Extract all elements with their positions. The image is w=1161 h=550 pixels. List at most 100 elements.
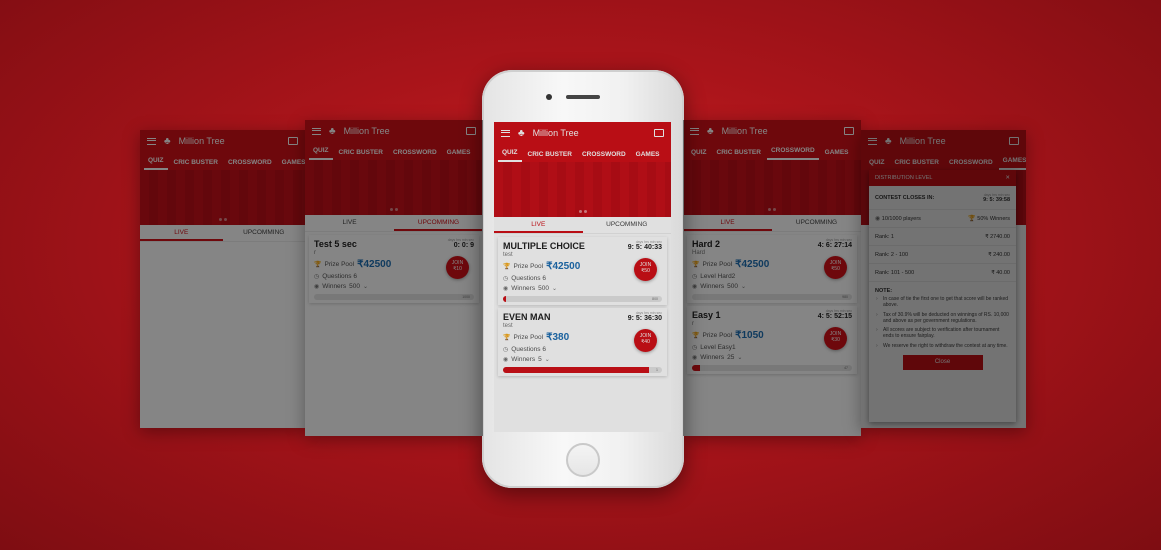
promo-banner[interactable] (140, 170, 305, 225)
contest-card[interactable]: Hard 2 Hard days hrs min sec 4: 6: 27:14 … (687, 235, 857, 303)
menu-icon[interactable] (868, 137, 877, 145)
subtab-live[interactable]: LIVE (305, 215, 394, 231)
tab-crossword[interactable]: CROSSWORD (389, 149, 441, 160)
live-upcoming-tabs: LIVE UPCOMMING (305, 215, 483, 232)
wallet-icon[interactable] (466, 127, 476, 135)
spots-total: 800 (652, 297, 658, 301)
clover-logo-icon: ♣ (707, 125, 714, 137)
join-button[interactable]: JOIN ₹30 (824, 327, 847, 350)
subtab-live[interactable]: LIVE (683, 215, 772, 231)
promo-banner[interactable] (305, 160, 483, 215)
level-label: Level Hard2 (700, 273, 736, 280)
contest-card[interactable]: Test 5 sec r days hrs min sec 0: 0: 9 JOI… (309, 235, 479, 303)
contest-card[interactable]: Easy 1 r days hrs min sec 4: 5: 52:15 JOI… (687, 306, 857, 374)
rank-amount: ₹ 40.00 (991, 269, 1010, 276)
wallet-icon[interactable] (1009, 137, 1019, 145)
contest-card[interactable]: MULTIPLE CHOICE test days hrs min sec 9: … (498, 237, 667, 305)
close-icon[interactable]: ✕ (1005, 175, 1010, 181)
contest-desc: r (692, 321, 694, 327)
note-item: We reserve the right to withdraw the con… (876, 343, 1010, 350)
join-button[interactable]: JOIN ₹50 (634, 258, 657, 281)
prize-pool-label: Prize Pool (324, 261, 355, 268)
phone-device: ♣ Million Tree QUIZ CRIC BUSTER CROSSWOR… (482, 70, 684, 488)
tab-cric-buster[interactable]: CRIC BUSTER (170, 159, 222, 170)
live-upcoming-tabs: LIVE UPCOMMING (683, 215, 861, 232)
wallet-icon[interactable] (288, 137, 298, 145)
subtab-upcoming[interactable]: UPCOMMING (772, 215, 861, 231)
tab-crossword[interactable]: CROSSWORD (766, 147, 819, 160)
winners-value: 500 (349, 283, 360, 290)
tab-games[interactable]: GAMES (278, 159, 305, 170)
app-title: Million Tree (532, 128, 579, 138)
spots-progress-bar: 980 (692, 294, 852, 300)
tab-quiz[interactable]: QUIZ (865, 159, 889, 170)
subtab-upcoming[interactable]: UPCOMMING (583, 217, 672, 233)
chevron-down-icon[interactable]: ⌄ (552, 285, 557, 292)
subtab-live[interactable]: LIVE (140, 225, 223, 241)
join-button[interactable]: JOIN ₹10 (446, 256, 469, 279)
tab-quiz[interactable]: QUIZ (309, 147, 333, 160)
tab-quiz[interactable]: QUIZ (498, 149, 522, 162)
tab-cric-buster[interactable]: CRIC BUSTER (524, 151, 576, 162)
winners-label: Winners (322, 283, 347, 290)
menu-icon[interactable] (690, 127, 699, 135)
level-icon: ◷ (692, 274, 698, 280)
spots-progress-bar: 47 (692, 365, 852, 371)
prize-pool-label: Prize Pool (513, 263, 544, 270)
rank-amount: ₹ 240.00 (988, 251, 1010, 258)
home-button[interactable] (566, 443, 600, 477)
tab-cric-buster[interactable]: CRIC BUSTER (335, 149, 387, 160)
contest-timer: 9: 5: 40:33 (627, 244, 662, 251)
app-screen-2: ♣ Million Tree QUIZ CRIC BUSTER CROSSWOR… (305, 120, 483, 436)
close-button[interactable]: Close (902, 354, 983, 370)
chevron-down-icon[interactable]: ⌄ (737, 354, 742, 361)
clover-logo-icon: ♣ (885, 135, 892, 147)
tab-crossword[interactable]: CROSSWORD (945, 159, 997, 170)
note-item: In case of tie the first one to get that… (876, 296, 1010, 309)
winners-label: Winners (700, 354, 725, 361)
wallet-icon[interactable] (654, 129, 664, 137)
subtab-upcoming[interactable]: UPCOMMING (394, 215, 483, 231)
trophy-icon: 🏆 (503, 335, 511, 341)
trophy-icon: 🏆 (314, 262, 322, 268)
tab-games[interactable]: GAMES (998, 157, 1026, 170)
tab-quiz[interactable]: QUIZ (687, 149, 711, 160)
app-bar: ♣ Million Tree (494, 122, 671, 144)
rank-label: Rank: 101 - 500 (875, 269, 915, 276)
trophy-icon: 🏆 (968, 216, 976, 222)
menu-icon[interactable] (147, 137, 156, 145)
promo-banner[interactable] (683, 160, 861, 215)
join-button[interactable]: JOIN ₹40 (634, 329, 657, 352)
menu-icon[interactable] (501, 129, 510, 137)
tab-cric-buster[interactable]: CRIC BUSTER (713, 149, 765, 160)
chevron-down-icon[interactable]: ⌄ (545, 356, 550, 363)
menu-icon[interactable] (312, 127, 321, 135)
subtab-live[interactable]: LIVE (494, 217, 583, 233)
contest-card[interactable]: EVEN MAN test days hrs min sec 9: 5: 36:3… (498, 308, 667, 376)
app-bar: ♣ Million Tree (861, 130, 1026, 152)
app-bar: ♣ Million Tree (140, 130, 305, 152)
join-button[interactable]: JOIN ₹50 (824, 256, 847, 279)
questions-count: Questions 6 (511, 346, 546, 353)
tab-crossword[interactable]: CROSSWORD (224, 159, 276, 170)
chevron-down-icon[interactable]: ⌄ (741, 283, 746, 290)
phone-screen: ♣ Million Tree QUIZ CRIC BUSTER CROSSWOR… (494, 122, 671, 432)
eye-icon: ◉ (503, 286, 509, 292)
rank-amount: ₹ 2740.00 (985, 233, 1010, 240)
tab-cric-buster[interactable]: CRIC BUSTER (891, 159, 943, 170)
players-count: 10/1000 players (881, 216, 921, 222)
clover-logo-icon: ♣ (164, 135, 171, 147)
tab-quiz[interactable]: QUIZ (144, 157, 168, 170)
tab-games[interactable]: GAMES (632, 151, 664, 162)
tab-games[interactable]: GAMES (443, 149, 475, 160)
app-title: Million Tree (899, 136, 946, 146)
promo-banner[interactable] (494, 162, 671, 217)
tab-games[interactable]: GAMES (821, 149, 853, 160)
chevron-down-icon[interactable]: ⌄ (363, 283, 368, 290)
note-item: All scores are subject to verification a… (876, 327, 1010, 340)
wallet-icon[interactable] (844, 127, 854, 135)
clock-icon: ◷ (503, 276, 509, 282)
tab-crossword[interactable]: CROSSWORD (578, 151, 630, 162)
players-icon: ◉ (875, 216, 881, 222)
subtab-upcoming[interactable]: UPCOMMING (223, 225, 306, 241)
